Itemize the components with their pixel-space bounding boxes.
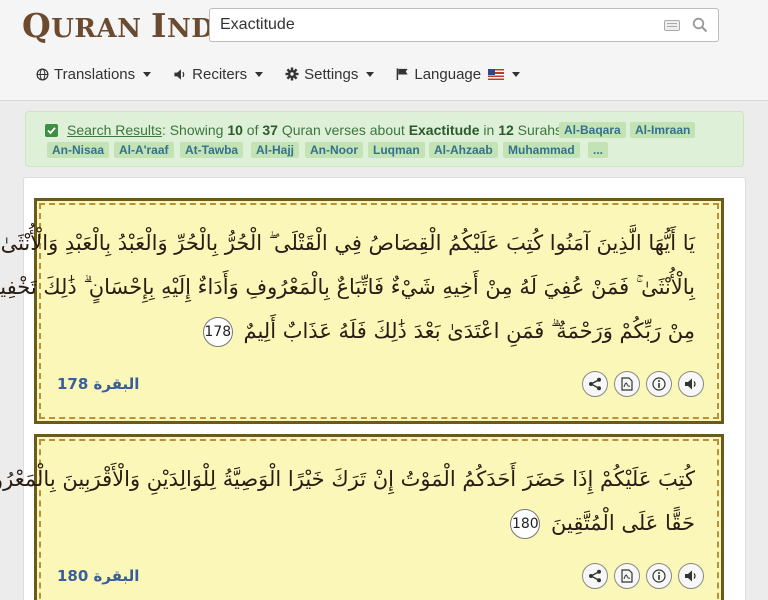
caret-down-icon	[512, 71, 521, 77]
surah-tag[interactable]: An-Noor	[305, 142, 363, 158]
results-summary: Search Results: Showing 10 of 37 Quran v…	[25, 111, 744, 167]
more-surahs-tag[interactable]: ...	[588, 142, 609, 158]
audio-button[interactable]	[678, 563, 704, 589]
verse-card: يَا أَيُّهَا الَّذِينَ آمَنُوا كُتِبَ عَ…	[0, 198, 724, 424]
search-input[interactable]	[220, 9, 650, 41]
nav-reciters[interactable]: Reciters	[173, 65, 264, 83]
info-icon	[652, 377, 666, 391]
surah-tag[interactable]: Al-Imraan	[630, 122, 696, 138]
us-flag-icon	[488, 68, 505, 80]
audio-icon	[685, 570, 696, 582]
surah-tag[interactable]: Al-Hajj	[251, 142, 300, 158]
surah-tag[interactable]: Luqman	[368, 142, 425, 158]
verse-text-line: مِنْ رَبِّكُمْ وَرَحْمَةٌ ۗ فَمَنِ اعْتَ…	[202, 309, 695, 353]
info-button[interactable]	[646, 371, 672, 397]
flag-icon	[397, 68, 408, 81]
caret-down-icon	[366, 71, 375, 77]
surah-tag[interactable]: Al-A'raaf	[114, 142, 174, 158]
globe-icon	[36, 68, 49, 80]
verse-card: كُتِبَ عَلَيْكُمْ إِذَا حَضَرَ أَحَدَكُم…	[0, 434, 724, 600]
verse-text-line: بِالْأُنْثَىٰ ۚ فَمَنْ عُفِيَ لَهُ مِنْ …	[0, 275, 695, 299]
surah-tag[interactable]: Al-Baqara	[559, 122, 626, 138]
keyboard-icon[interactable]	[664, 20, 680, 31]
check-icon	[45, 124, 58, 137]
share-icon	[589, 377, 601, 391]
caret-down-icon	[255, 71, 264, 77]
share-button[interactable]	[582, 563, 608, 589]
results-text: Search Results: Showing 10 of 37 Quran v…	[67, 122, 563, 138]
surah-tag[interactable]: Muhammad	[503, 142, 580, 158]
audio-button[interactable]	[678, 371, 704, 397]
surah-tag[interactable]: An-Nisaa	[47, 142, 110, 158]
search-results-link[interactable]: Search Results	[67, 122, 162, 138]
pdf-icon	[621, 377, 633, 391]
verse-reference-link[interactable]: البقرة 178	[57, 375, 139, 393]
verse-text-line: كُتِبَ عَلَيْكُمْ إِذَا حَضَرَ أَحَدَكُم…	[0, 467, 695, 491]
ayah-number: 178	[202, 317, 233, 347]
total-count: 37	[262, 122, 278, 138]
verse-text-line: يَا أَيُّهَا الَّذِينَ آمَنُوا كُتِبَ عَ…	[0, 231, 695, 255]
audio-icon	[685, 378, 696, 390]
verse-reference-link[interactable]: البقرة 180	[57, 567, 139, 585]
search-term: Exactitude	[408, 122, 480, 138]
info-icon	[652, 569, 666, 583]
nav-language[interactable]: Language	[396, 65, 521, 83]
surah-count: 12	[498, 122, 514, 138]
search-box	[209, 8, 719, 42]
main-nav: Translations Reciters Settings Language	[36, 63, 542, 85]
share-icon	[589, 569, 601, 583]
pdf-button[interactable]	[614, 371, 640, 397]
nav-settings[interactable]: Settings	[285, 65, 375, 83]
nav-reciters-label: Reciters	[192, 65, 248, 83]
header: QURAN INDEX Translations Reciters Settin…	[0, 0, 768, 101]
speaker-icon	[174, 68, 185, 80]
pdf-icon	[621, 569, 633, 583]
gear-icon	[285, 67, 299, 81]
info-button[interactable]	[646, 563, 672, 589]
surah-tag[interactable]: At-Tawba	[180, 142, 244, 158]
verse-text-line: حَقًّا عَلَى الْمُتَّقِينَ 180	[510, 501, 695, 545]
nav-translations[interactable]: Translations	[36, 65, 152, 83]
pdf-button[interactable]	[614, 563, 640, 589]
ayah-number: 180	[510, 509, 541, 539]
share-button[interactable]	[582, 371, 608, 397]
search-icon[interactable]	[692, 17, 708, 33]
surah-tag[interactable]: Al-Ahzaab	[429, 142, 498, 158]
nav-language-label: Language	[414, 65, 482, 83]
shown-count: 10	[227, 122, 243, 138]
nav-translations-label: Translations	[54, 65, 136, 83]
nav-settings-label: Settings	[304, 65, 359, 83]
caret-down-icon	[143, 71, 152, 77]
